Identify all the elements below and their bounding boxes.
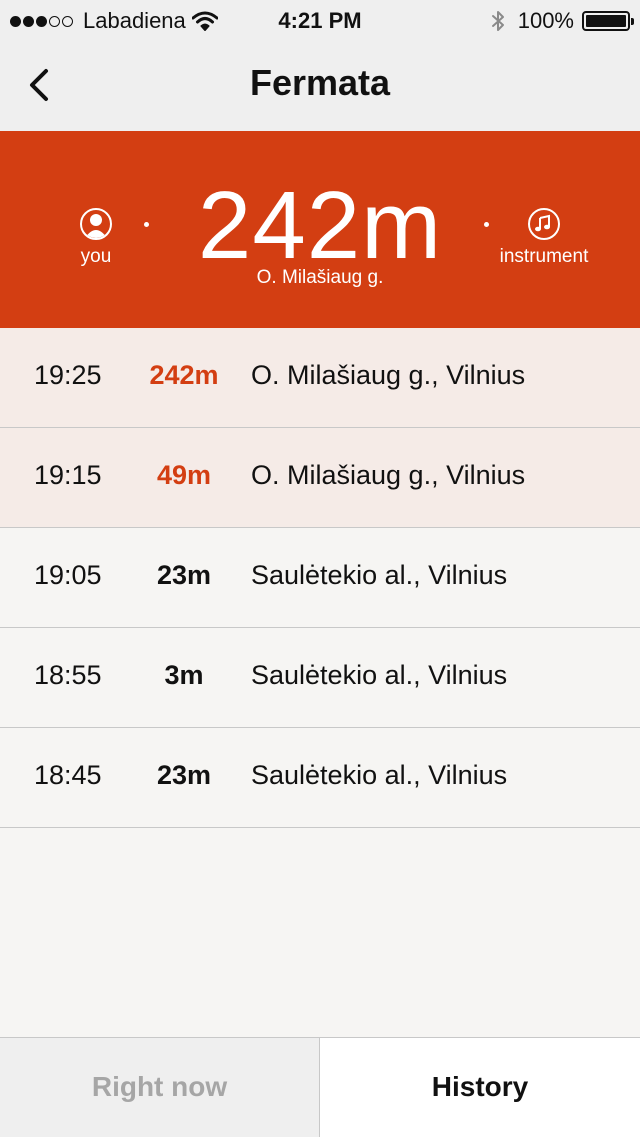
person-icon (80, 208, 112, 240)
bluetooth-icon (491, 11, 504, 31)
you-indicator: you (62, 208, 130, 268)
row-place: O. Milašiaug g., Vilnius (251, 360, 526, 390)
current-street: O. Milašiaug g. (256, 267, 384, 288)
history-row[interactable]: 19:05 23m Saulėtekio al., Vilnius (0, 528, 640, 628)
row-time: 19:15 (34, 460, 102, 490)
navigation-bar: Fermata (0, 40, 640, 131)
history-row[interactable]: 18:55 3m Saulėtekio al., Vilnius (0, 628, 640, 728)
distance-banner: you 242m O. Milašiaug g. instrument (0, 131, 640, 328)
music-note-icon (528, 208, 560, 240)
row-time: 18:45 (34, 760, 102, 790)
row-place: Saulėtekio al., Vilnius (251, 760, 508, 790)
row-time: 18:55 (34, 660, 102, 690)
history-row[interactable]: 19:25 242m O. Milašiaug g., Vilnius (0, 328, 640, 428)
instrument-indicator: instrument (486, 208, 602, 268)
instrument-label: instrument (499, 246, 589, 267)
history-row[interactable]: 19:15 49m O. Milašiaug g., Vilnius (0, 428, 640, 528)
status-bar: Labadiena 4:21 PM 100% (0, 0, 640, 40)
tab-bar: Right now History (0, 1037, 640, 1137)
row-place: Saulėtekio al., Vilnius (251, 660, 508, 690)
page-title: Fermata (249, 62, 391, 103)
row-place: O. Milašiaug g., Vilnius (251, 460, 526, 490)
battery-icon (582, 11, 634, 31)
you-label: you (80, 246, 112, 267)
row-distance: 242m (149, 360, 219, 390)
current-distance: 242m (197, 172, 443, 279)
row-distance: 23m (156, 560, 212, 590)
row-time: 19:05 (34, 560, 102, 590)
history-row[interactable]: 18:45 23m Saulėtekio al., Vilnius (0, 728, 640, 828)
row-time: 19:25 (34, 360, 102, 390)
tab-history[interactable]: History (320, 1038, 640, 1137)
status-right: 100% (490, 8, 634, 34)
row-distance: 3m (164, 660, 204, 690)
separator-dot (144, 222, 149, 227)
battery-percent: 100% (517, 8, 574, 33)
row-place: Saulėtekio al., Vilnius (251, 560, 508, 590)
tab-right-now[interactable]: Right now (0, 1038, 320, 1137)
row-distance: 49m (156, 460, 212, 490)
row-distance: 23m (156, 760, 212, 790)
history-list: 19:25 242m O. Milašiaug g., Vilnius 19:1… (0, 328, 640, 828)
